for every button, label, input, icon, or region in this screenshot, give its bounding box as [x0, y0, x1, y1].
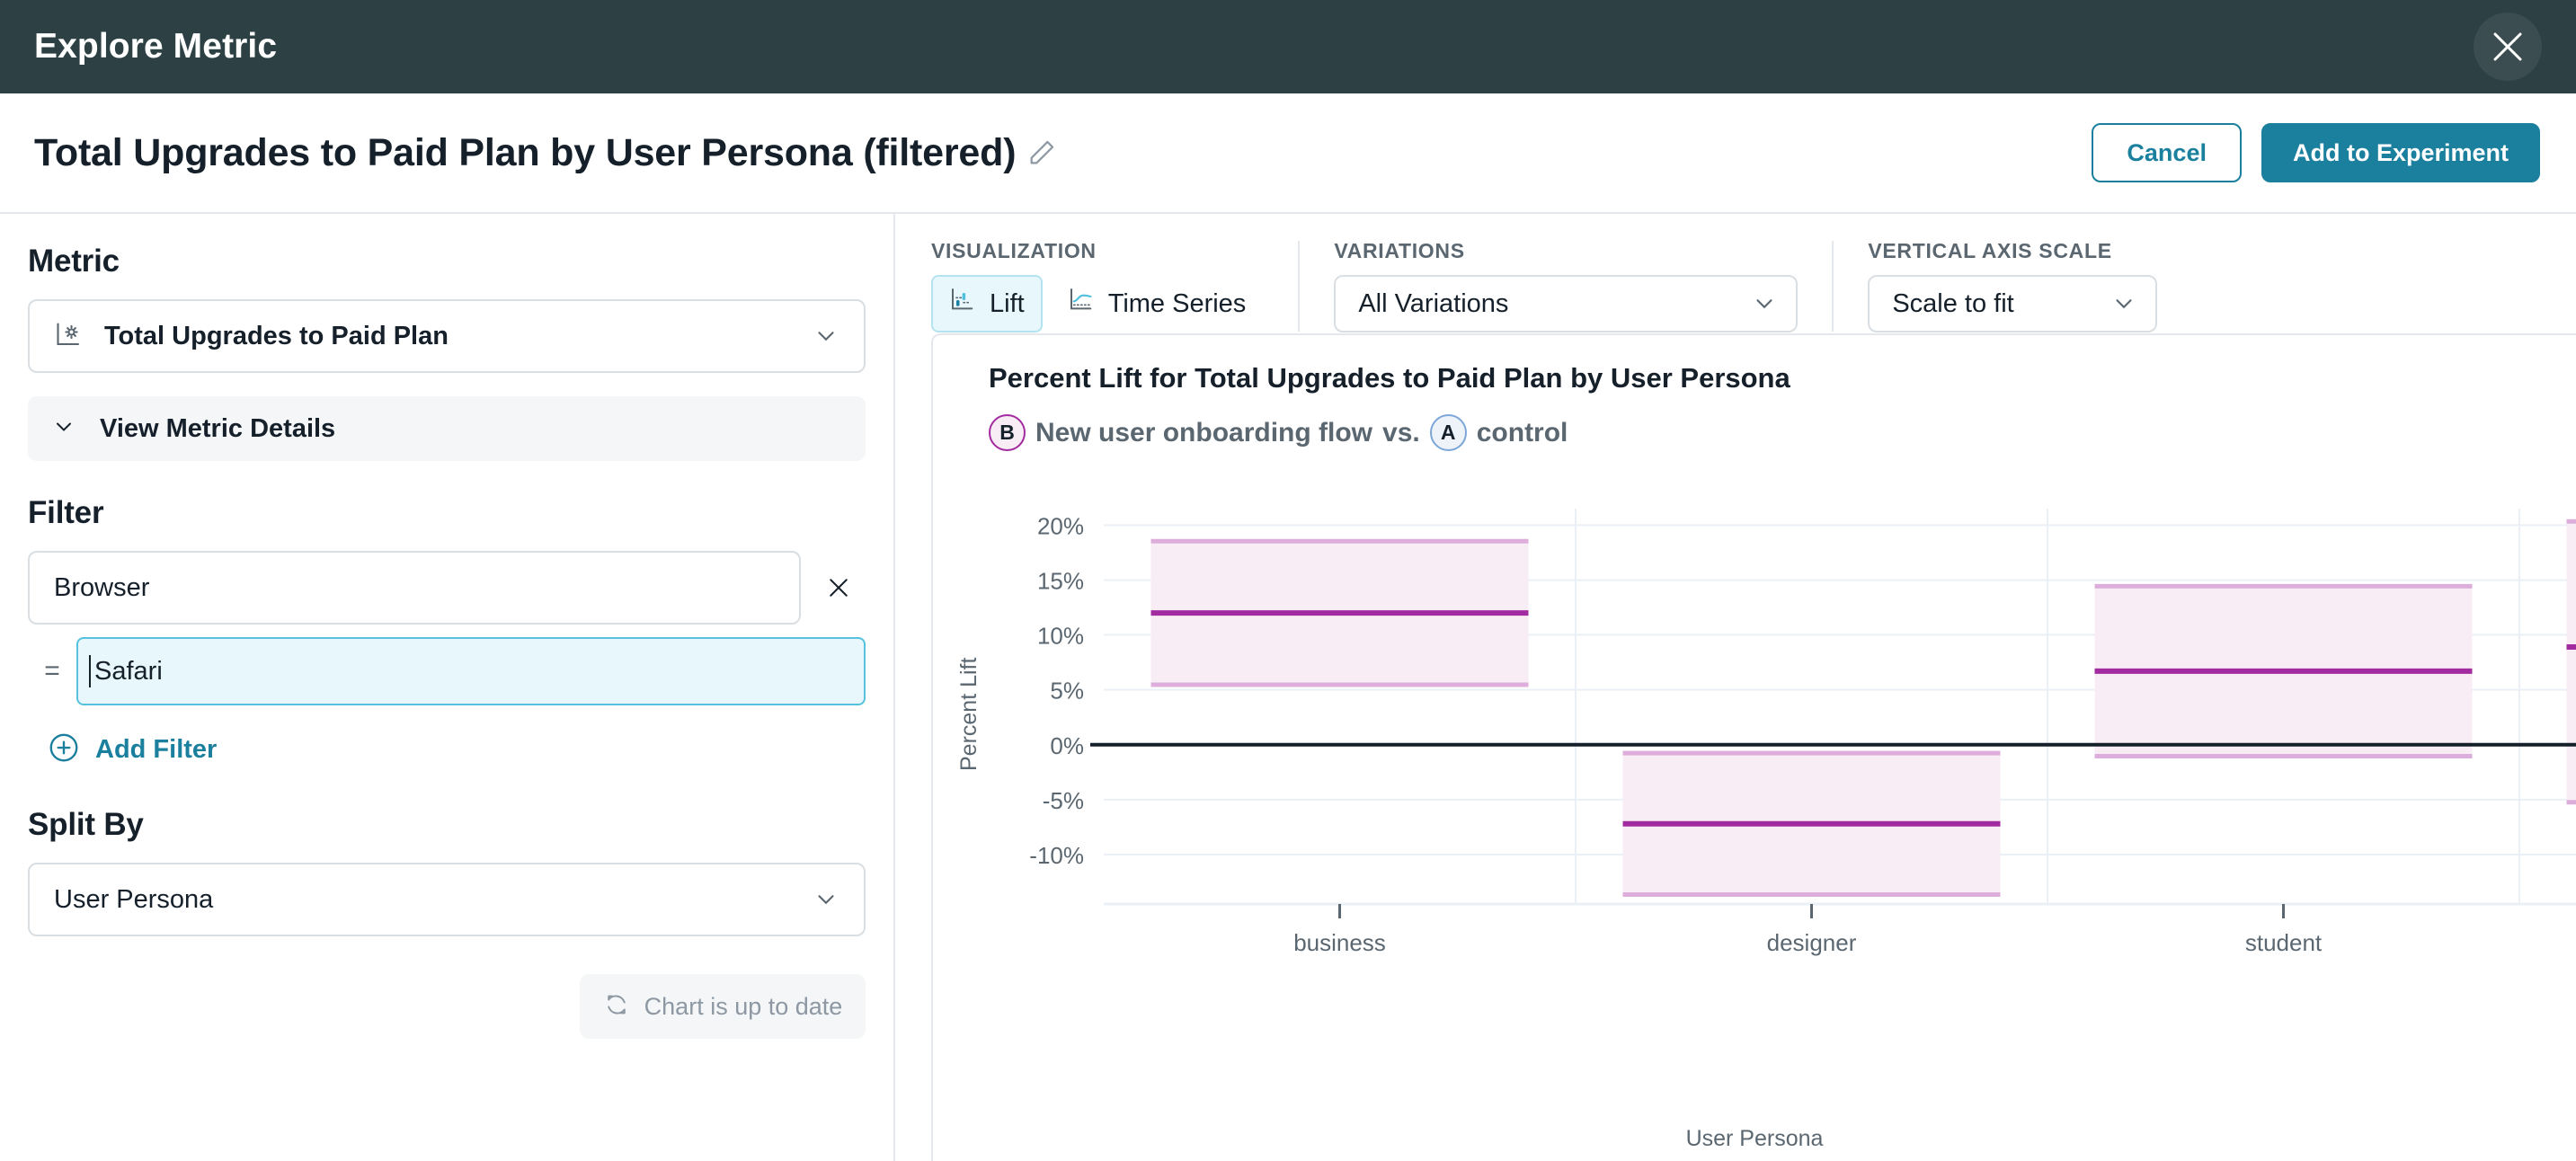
x-tick-label: student: [2245, 929, 2323, 956]
split-by-heading: Split By: [28, 807, 144, 842]
vertical-axis-scale-control: VERTICAL AXIS SCALE Scale to fit: [1868, 239, 2191, 332]
filter-attribute-select[interactable]: Browser: [28, 551, 801, 625]
chevron-down-icon: [51, 414, 76, 444]
vertical-axis-scale-value: Scale to fit: [1892, 288, 2014, 318]
filter-attribute-row: Browser: [28, 551, 866, 625]
split-by-value: User Persona: [54, 884, 214, 914]
add-filter-label: Add Filter: [95, 735, 218, 764]
filter-value-input[interactable]: Safari: [76, 637, 866, 705]
topbar-title: Explore Metric: [34, 27, 278, 66]
variation-badge-b: B: [989, 414, 1026, 451]
variation-name: New user onboarding flow: [1035, 417, 1373, 448]
filter-section-heading: Filter: [28, 495, 104, 530]
chart-title: Percent Lift for Total Upgrades to Paid …: [989, 362, 1790, 394]
y-tick-label: 20%: [1037, 512, 1084, 539]
y-tick-label: 10%: [1037, 623, 1084, 650]
explore-metric-topbar: Explore Metric: [0, 0, 2576, 93]
chevron-down-icon: [2110, 290, 2137, 317]
tab-lift[interactable]: Lift: [931, 275, 1043, 332]
vertical-axis-scale-select[interactable]: Scale to fit: [1868, 275, 2158, 332]
lift-band[interactable]: [1150, 538, 1529, 687]
control-badge-a: A: [1429, 414, 1467, 451]
remove-filter-icon[interactable]: [812, 561, 866, 615]
chart-subtitle: B New user onboarding flow vs. A control: [989, 414, 2576, 451]
filter-attribute-value: Browser: [54, 572, 150, 602]
chart-status-label: Chart is up to date: [644, 992, 843, 1020]
add-to-experiment-button[interactable]: Add to Experiment: [2261, 123, 2540, 182]
pencil-icon[interactable]: [1026, 137, 1057, 168]
visualization-tabs: Lift Time Series: [931, 275, 1264, 332]
x-tick-label: business: [1293, 929, 1386, 956]
chart-card: Percent Lift for Total Upgrades to Paid …: [931, 333, 2576, 1161]
vs-label: vs.: [1382, 417, 1420, 448]
split-by-section: Split By User Persona: [28, 807, 866, 936]
vertical-axis-scale-label: VERTICAL AXIS SCALE: [1868, 239, 2112, 262]
variations-control: VARIATIONS All Variations: [1334, 239, 1832, 332]
variations-select[interactable]: All Variations: [1334, 275, 1799, 332]
plot-area: Percent Lift 20% 15% 10% 5% 0% -5% -10% busines…: [933, 501, 2576, 1161]
control-name: control: [1476, 417, 1568, 448]
filter-operator: =: [44, 656, 60, 686]
lift-band[interactable]: [1622, 750, 2001, 897]
split-by-select[interactable]: User Persona: [28, 863, 866, 936]
control-divider-1: [1298, 241, 1301, 332]
variations-label: VARIATIONS: [1334, 239, 1465, 262]
lift-chart-icon: [949, 286, 978, 322]
chart-panel: VISUALIZATION Lift Time Series VARIATION…: [895, 214, 2576, 1161]
tab-time-series[interactable]: Time Series: [1050, 275, 1265, 332]
chevron-down-icon: [813, 323, 839, 350]
y-tick-label: 15%: [1037, 567, 1084, 594]
tab-lift-label: Lift: [990, 288, 1025, 318]
y-axis-label: Percent Lift: [956, 657, 982, 771]
view-metric-details-label: View Metric Details: [100, 413, 336, 443]
y-tick-label: 5%: [1050, 678, 1084, 705]
filter-value-text: Safari: [94, 656, 163, 686]
chart-status-badge: Chart is up to date: [580, 974, 866, 1039]
control-divider-2: [1832, 241, 1834, 332]
x-axis-label: User Persona: [1685, 1126, 1824, 1151]
cancel-button[interactable]: Cancel: [2092, 123, 2242, 182]
y-tick-label: 0%: [1050, 732, 1084, 759]
metric-section-heading: Metric: [28, 244, 120, 279]
metric-select[interactable]: Total Upgrades to Paid Plan: [28, 299, 866, 373]
chart-controls-bar: VISUALIZATION Lift Time Series VARIATION…: [895, 214, 2576, 333]
y-tick-label: -5%: [1043, 787, 1084, 814]
page-title: Total Upgrades to Paid Plan by User Pers…: [34, 130, 1017, 174]
chevron-down-icon: [1751, 290, 1778, 317]
close-icon[interactable]: [2474, 13, 2542, 81]
variations-value: All Variations: [1358, 288, 1509, 318]
lift-chart-svg: 20% 15% 10% 5% 0% -5% -10% business designer stud…: [1029, 509, 2576, 956]
filter-value-row: = Safari: [28, 637, 866, 705]
visualization-label: VISUALIZATION: [931, 239, 1097, 262]
filter-section: Filter Browser = Safari Add Filter: [28, 495, 866, 769]
time-series-chart-icon: [1068, 286, 1097, 322]
visualization-control: VISUALIZATION Lift Time Series: [931, 239, 1298, 332]
chevron-down-icon: [813, 886, 839, 913]
x-tick-label: designer: [1767, 929, 1857, 956]
config-sidebar: Metric Total Upgrades to Paid Plan View …: [0, 214, 895, 1161]
lift-band[interactable]: [2566, 518, 2576, 805]
tab-time-series-label: Time Series: [1107, 288, 1247, 318]
plus-circle-icon: [47, 731, 81, 769]
text-caret: [89, 655, 91, 687]
metric-title-bar: Total Upgrades to Paid Plan by User Pers…: [0, 93, 2576, 214]
add-filter-button[interactable]: Add Filter: [47, 731, 866, 769]
body: Metric Total Upgrades to Paid Plan View …: [0, 214, 2576, 1161]
metric-select-value: Total Upgrades to Paid Plan: [104, 321, 449, 350]
view-metric-details-toggle[interactable]: View Metric Details: [28, 396, 866, 461]
refresh-icon: [603, 991, 630, 1023]
custom-metric-gear-icon: [54, 320, 86, 352]
lift-band[interactable]: [2094, 583, 2473, 758]
y-tick-label: -10%: [1029, 842, 1084, 869]
